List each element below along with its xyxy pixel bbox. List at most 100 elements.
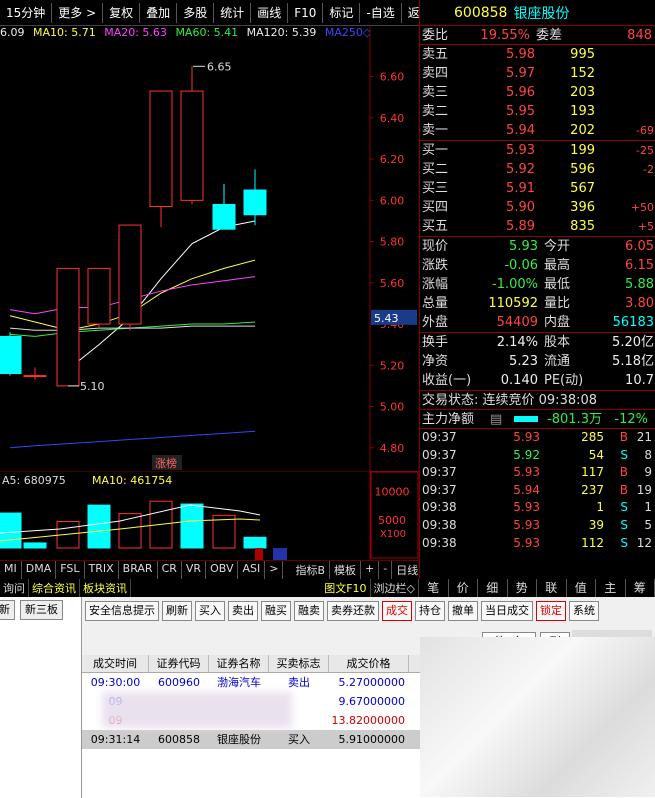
right-tab-5[interactable]: 值 xyxy=(567,579,596,597)
vol-ma5-label: A5: 680975 xyxy=(2,474,66,487)
order-volume: 202 xyxy=(570,123,595,138)
toolbar-button-1[interactable]: 更多 > xyxy=(52,2,104,23)
trade-button-3[interactable]: 卖出 xyxy=(228,601,258,621)
indicator-tab-8[interactable]: ASI xyxy=(238,561,266,579)
trade-flag: 买入 xyxy=(288,733,310,746)
tick-volume: 117 xyxy=(581,465,604,480)
indicator-tab-13[interactable]: - xyxy=(379,561,393,579)
trade-code: 600858 xyxy=(158,733,200,746)
kline-chart[interactable]: 6.606.406.206.005.805.605.405.205.004.80… xyxy=(0,26,419,471)
buy-orders: 买一 5.93 199 -25 买二 5.92 596 -2 买三 5.91 567 买四 5.90 39… xyxy=(420,141,655,237)
menu-icon[interactable]: ▤ xyxy=(490,410,510,428)
sell-orders: 卖五 5.98 995 卖四 5.97 152 卖三 5.96 203 卖二 5.95 193 卖一 5.… xyxy=(420,45,655,141)
indicator-tab-11[interactable]: 模板 xyxy=(330,561,362,579)
stat-label: 涨跌 xyxy=(422,258,449,273)
trade-button-4[interactable]: 融买 xyxy=(261,601,291,621)
stat-row: 涨跌 -0.06 最高 6.15 xyxy=(420,256,655,275)
y-tick-label: 6.60 xyxy=(380,71,405,84)
toolbar-button-5[interactable]: 统计 xyxy=(214,2,252,23)
order-price: 5.95 xyxy=(506,104,535,119)
trade-button-10[interactable]: 当日成交 xyxy=(481,601,533,621)
order-volume: 199 xyxy=(570,143,595,158)
sidebar-toggle[interactable]: 浏边栏◇ xyxy=(371,579,419,597)
trade-price: 5.27000000 xyxy=(338,676,405,689)
trade-button-12[interactable]: 系统 xyxy=(569,601,599,621)
blurred-rows xyxy=(102,692,292,728)
indicator-tab-6[interactable]: VR xyxy=(182,561,207,579)
tick-row: 09:38 5.93 112 S 12 xyxy=(420,535,655,553)
low-annotation: 5.10 xyxy=(80,380,105,393)
tick-time: 09:37 xyxy=(422,465,457,480)
indicator-tab-3[interactable]: TRIX xyxy=(85,561,119,579)
fund-value: 0.140 xyxy=(500,373,538,388)
trade-button-0[interactable]: 安全信息提示 xyxy=(85,601,159,621)
toolbar-button-0[interactable]: 15分钟 xyxy=(0,2,53,23)
right-tab-3[interactable]: 势 xyxy=(508,579,537,597)
toolbar-button-7[interactable]: F10 xyxy=(288,2,324,23)
indicator-tab-0[interactable]: MI xyxy=(0,561,22,579)
right-tab-7[interactable]: 筹 xyxy=(626,579,655,597)
trade-button-2[interactable]: 买入 xyxy=(195,601,225,621)
right-tab-4[interactable]: 联 xyxy=(537,579,567,597)
indicator-tab-12[interactable]: + xyxy=(361,561,380,579)
trade-button-5[interactable]: 融卖 xyxy=(294,601,324,621)
ma10-value: MA10: 5.71 xyxy=(33,26,96,39)
indicator-tab-10[interactable]: 指标B xyxy=(291,561,331,579)
price-stats: 现价 5.93 今开 6.05 涨跌 -0.06 最高 6.15 涨幅 -1.00% 最低 5.88 总… xyxy=(420,237,655,333)
fund-value-right: 5.18亿 xyxy=(612,354,654,369)
trade-button-1[interactable]: 刷新 xyxy=(162,601,192,621)
order-change: -25 xyxy=(636,144,654,157)
stat-value: 54409 xyxy=(496,315,538,330)
weibi-row: 委比 19.55% 委差 848 xyxy=(420,26,655,45)
netflow-bar xyxy=(514,416,538,422)
candle-body-0 xyxy=(0,335,22,375)
tick-row: 09:37 5.93 117 B 9 xyxy=(420,464,655,482)
tick-row: 09:37 5.93 285 B 21 xyxy=(420,429,655,447)
toolbar-button-3[interactable]: 叠加 xyxy=(140,2,178,23)
stat-value-right: 6.05 xyxy=(625,239,654,254)
toolbar-button-4[interactable]: 多股 xyxy=(177,2,215,23)
right-tab-0[interactable]: 笔 xyxy=(419,579,449,597)
trade-button-9[interactable]: 撤单 xyxy=(448,601,478,621)
news-tab-query[interactable]: 询问 xyxy=(0,579,29,597)
order-label: 卖一 xyxy=(422,123,449,138)
right-tab-1[interactable]: 价 xyxy=(449,579,478,597)
tick-price: 5.93 xyxy=(513,465,540,480)
volume-chart[interactable]: A5: 680975 MA10: 461754 10000 5000 X100 xyxy=(0,471,419,560)
trade-name: 银座股份 xyxy=(217,733,261,746)
toolbar-button-8[interactable]: 标记 xyxy=(323,2,361,23)
toolbar-button-6[interactable]: 画线 xyxy=(251,2,289,23)
indicator-tab-2[interactable]: FSL xyxy=(56,561,85,579)
trade-time: 09:30:00 xyxy=(90,676,141,689)
indicator-tab-1[interactable]: DMA xyxy=(22,561,57,579)
indicator-tab-7[interactable]: OBV xyxy=(206,561,239,579)
news-tab-general[interactable]: 综合资讯 xyxy=(29,579,80,597)
grid-header-cell: 证券名称 xyxy=(209,655,269,672)
indicator-tab-5[interactable]: CR xyxy=(158,561,182,579)
right-tab-2[interactable]: 细 xyxy=(478,579,508,597)
order-row: 卖一 5.94 202 -69 xyxy=(420,121,655,140)
stat-row: 外盘 54409 内盘 56183 xyxy=(420,313,655,332)
order-volume: 995 xyxy=(570,47,595,62)
trade-button-6[interactable]: 卖券还款 xyxy=(327,601,379,621)
news-tab-sector[interactable]: 板块资讯 xyxy=(80,579,131,597)
trade-button-8[interactable]: 持仓 xyxy=(415,601,445,621)
vol-marker-blue xyxy=(273,548,287,560)
trade-button-11[interactable]: 锁定 xyxy=(536,601,566,621)
toolbar-button-9[interactable]: -自选 xyxy=(360,2,402,23)
stat-row: 涨幅 -1.00% 最低 5.88 xyxy=(420,275,655,294)
trade-button-7[interactable]: 成交 xyxy=(382,601,412,621)
neeq-button[interactable]: 新三板 xyxy=(20,600,63,620)
toolbar-button-2[interactable]: 复权 xyxy=(103,2,141,23)
right-tab-6[interactable]: 主 xyxy=(596,579,626,597)
order-label: 买五 xyxy=(422,219,449,234)
order-change: +50 xyxy=(630,201,654,214)
ma250-value: MA250◇ xyxy=(324,26,370,39)
new-button[interactable]: 新 xyxy=(0,600,15,620)
indicator-tab-9[interactable]: > xyxy=(265,561,284,579)
tick-volume: 1 xyxy=(596,500,604,515)
candle-body-7 xyxy=(212,203,236,230)
indicator-tab-4[interactable]: BRAR xyxy=(119,561,158,579)
news-tab-f10[interactable]: 图文F10 xyxy=(321,579,371,597)
quote-panel: 600858 银座股份 委比 19.55% 委差 848 卖五 5.98 995 卖四… xyxy=(419,0,655,579)
